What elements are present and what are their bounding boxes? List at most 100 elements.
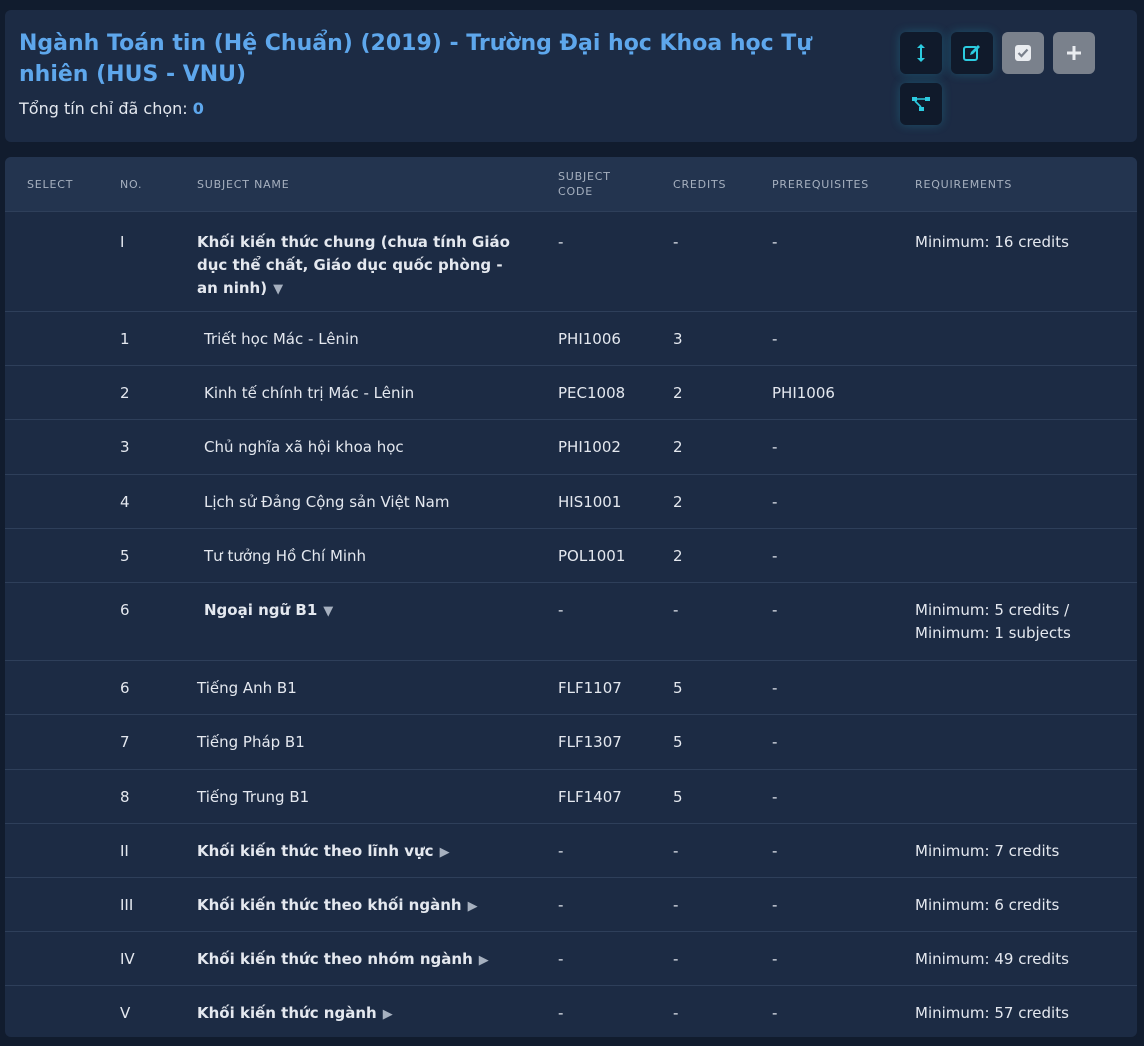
subject-code: -: [558, 950, 564, 968]
table-row[interactable]: II Khối kiến thức theo lĩnh vực ▶ - - - M…: [5, 823, 1137, 877]
column-header-no[interactable]: NO.: [120, 177, 142, 192]
prerequisites: -: [772, 547, 778, 565]
table-row[interactable]: 3 Chủ nghĩa xã hội khoa học PHI1002 2 -: [5, 419, 1137, 474]
credits: 2: [673, 493, 683, 511]
column-header-prerequisites[interactable]: PREREQUISITES: [772, 177, 869, 192]
table-row[interactable]: 7 Tiếng Pháp B1 FLF1307 5 -: [5, 714, 1137, 769]
checkbox-icon: [1015, 45, 1031, 61]
subject-name[interactable]: Khối kiến thức theo lĩnh vực ▶: [197, 840, 450, 864]
table-row[interactable]: 1 Triết học Mác - Lênin PHI1006 3 -: [5, 311, 1137, 365]
credits: -: [673, 842, 679, 860]
expand-caret-icon[interactable]: ▼: [323, 604, 333, 619]
row-number: 8: [120, 788, 130, 806]
column-header-select[interactable]: SELECT: [27, 177, 73, 192]
vertical-arrows-icon: [917, 44, 925, 62]
expand-collapse-button[interactable]: [900, 32, 942, 74]
expand-caret-icon[interactable]: ▶: [468, 899, 478, 914]
table-row[interactable]: IV Khối kiến thức theo nhóm ngành ▶ - - -…: [5, 931, 1137, 985]
expand-caret-icon[interactable]: ▶: [440, 845, 450, 860]
subject-name[interactable]: Khối kiến thức ngành ▶: [197, 1002, 393, 1026]
subject-name-text: Ngoại ngữ B1: [204, 601, 318, 619]
subjects-table: SELECT NO. SUBJECT NAME SUBJECT CODE CRE…: [5, 157, 1137, 1037]
row-number: III: [120, 896, 134, 914]
table-row[interactable]: 8 Tiếng Trung B1 FLF1407 5 -: [5, 769, 1137, 823]
prerequisites: -: [772, 438, 778, 456]
credits: 2: [673, 438, 683, 456]
subject-code: PEC1008: [558, 384, 626, 402]
subject-code: POL1001: [558, 547, 626, 565]
subject-name: Chủ nghĩa xã hội khoa học: [204, 438, 404, 456]
credits: 2: [673, 547, 683, 565]
expand-caret-icon[interactable]: ▼: [273, 282, 283, 297]
table-row[interactable]: 6 Tiếng Anh B1 FLF1107 5 -: [5, 660, 1137, 714]
prerequisites: -: [772, 601, 778, 619]
requirements: Minimum: 5 credits / Minimum: 1 subjects: [915, 601, 1071, 642]
row-number: II: [120, 842, 129, 860]
subject-name: Tư tưởng Hồ Chí Minh: [204, 547, 367, 565]
select-all-button[interactable]: [1002, 32, 1044, 74]
subject-name: Lịch sử Đảng Cộng sản Việt Nam: [204, 493, 450, 511]
subject-code: -: [558, 601, 564, 619]
table-row[interactable]: 6 Ngoại ngữ B1 ▼ - - - Minimum: 5 credits…: [5, 582, 1137, 660]
column-header-code[interactable]: SUBJECT CODE: [558, 169, 611, 199]
column-header-name[interactable]: SUBJECT NAME: [197, 177, 289, 192]
table-row[interactable]: V Khối kiến thức ngành ▶ - - - Minimum: 5…: [5, 985, 1137, 1037]
credits: 3: [673, 330, 683, 348]
subject-name[interactable]: Khối kiến thức theo khối ngành ▶: [197, 894, 478, 918]
row-number: 7: [120, 733, 130, 751]
credits: -: [673, 601, 679, 619]
row-number: V: [120, 1004, 131, 1022]
column-header-code-line2: CODE: [558, 185, 593, 198]
expand-caret-icon[interactable]: ▶: [479, 953, 489, 968]
subject-code: -: [558, 896, 564, 914]
row-number: I: [120, 233, 125, 251]
credits: -: [673, 233, 679, 251]
row-number: 2: [120, 384, 130, 402]
prerequisites: -: [772, 733, 778, 751]
requirements: Minimum: 49 credits: [915, 950, 1069, 968]
prerequisites: -: [772, 233, 778, 251]
subject-name[interactable]: Khối kiến thức chung (chưa tính Giáo dục…: [197, 231, 517, 301]
edit-icon: [963, 45, 980, 61]
row-number: IV: [120, 950, 135, 968]
subject-code: FLF1307: [558, 733, 622, 751]
total-credits-label: Tổng tín chỉ đã chọn:: [19, 99, 188, 118]
edit-button[interactable]: [951, 32, 993, 74]
page-header: Ngành Toán tin (Hệ Chuẩn) (2019) - Trườn…: [5, 10, 1137, 142]
subject-name: Tiếng Pháp B1: [197, 733, 305, 751]
table-row[interactable]: 4 Lịch sử Đảng Cộng sản Việt Nam HIS1001…: [5, 474, 1137, 528]
add-button[interactable]: [1053, 32, 1095, 74]
column-header-credits[interactable]: CREDITS: [673, 177, 726, 192]
expand-caret-icon[interactable]: ▶: [383, 1007, 393, 1022]
column-header-requirements[interactable]: REQUIREMENTS: [915, 177, 1012, 192]
total-credits: Tổng tín chỉ đã chọn: 0: [19, 99, 204, 118]
total-credits-value: 0: [192, 99, 204, 118]
subject-name[interactable]: Ngoại ngữ B1 ▼: [204, 599, 333, 623]
subject-code: PHI1002: [558, 438, 621, 456]
subject-name: Tiếng Anh B1: [197, 679, 297, 697]
subject-name[interactable]: Khối kiến thức theo nhóm ngành ▶: [197, 948, 489, 972]
row-number: 4: [120, 493, 130, 511]
credits: -: [673, 1004, 679, 1022]
plus-icon: [1067, 46, 1081, 60]
table-row[interactable]: 5 Tư tưởng Hồ Chí Minh POL1001 2 -: [5, 528, 1137, 582]
page-title: Ngành Toán tin (Hệ Chuẩn) (2019) - Trườn…: [19, 31, 812, 87]
table-row[interactable]: III Khối kiến thức theo khối ngành ▶ - - …: [5, 877, 1137, 931]
table-row[interactable]: 2 Kinh tế chính trị Mác - Lênin PEC1008 …: [5, 365, 1137, 419]
credits: 2: [673, 384, 683, 402]
prerequisites: PHI1006: [772, 384, 835, 402]
row-number: 3: [120, 438, 130, 456]
prerequisites: -: [772, 1004, 778, 1022]
tree-view-button[interactable]: [900, 83, 942, 125]
subject-name-text: Khối kiến thức theo lĩnh vực: [197, 842, 434, 860]
subject-code: PHI1006: [558, 330, 621, 348]
row-number: 5: [120, 547, 130, 565]
prerequisites: -: [772, 788, 778, 806]
prerequisites: -: [772, 842, 778, 860]
hierarchy-icon: [912, 97, 930, 111]
subject-name-text: Khối kiến thức chung (chưa tính Giáo dục…: [197, 233, 510, 297]
subject-name: Triết học Mác - Lênin: [204, 330, 359, 348]
table-row[interactable]: I Khối kiến thức chung (chưa tính Giáo d…: [5, 211, 1137, 311]
table-header: SELECT NO. SUBJECT NAME SUBJECT CODE CRE…: [5, 157, 1137, 211]
requirements: Minimum: 7 credits: [915, 842, 1060, 860]
